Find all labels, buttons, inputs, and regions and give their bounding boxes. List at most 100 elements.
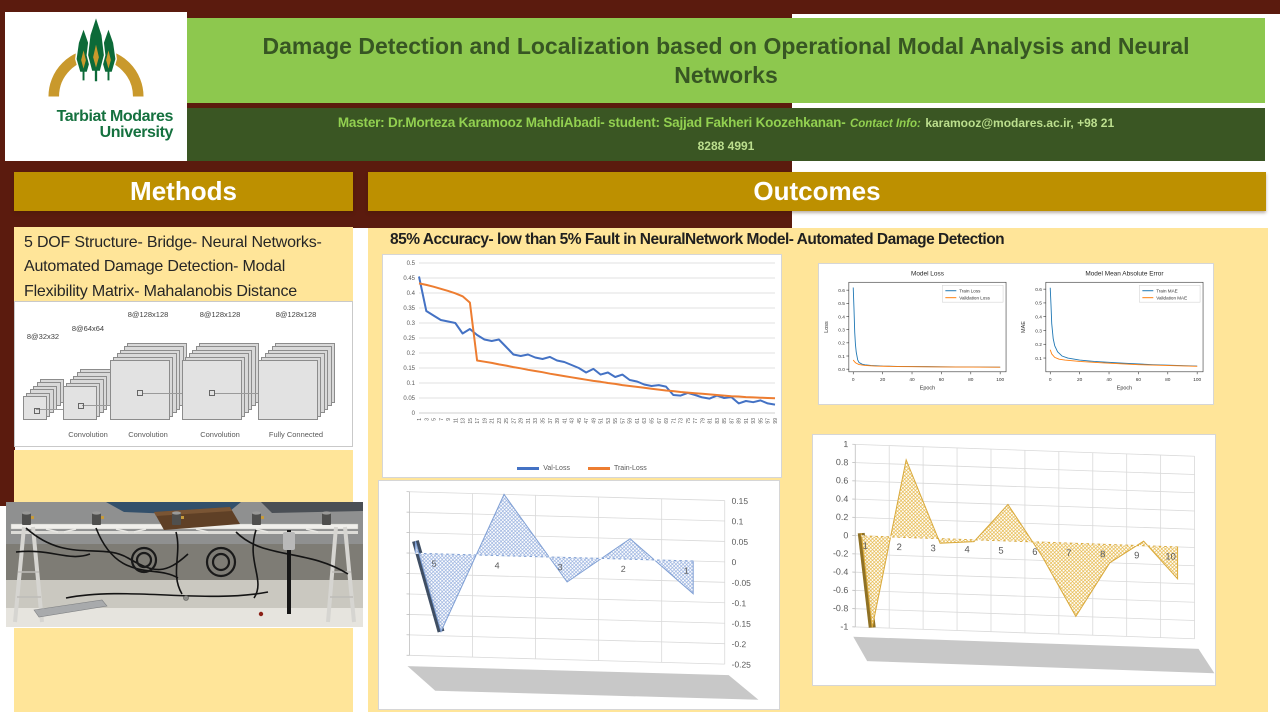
svg-text:75: 75 bbox=[686, 418, 692, 424]
svg-text:0.1: 0.1 bbox=[838, 354, 845, 360]
svg-text:0.2: 0.2 bbox=[407, 351, 416, 357]
svg-text:0: 0 bbox=[412, 411, 416, 417]
svg-text:81: 81 bbox=[708, 418, 714, 424]
svg-text:43: 43 bbox=[570, 418, 576, 424]
svg-text:0: 0 bbox=[852, 377, 855, 383]
svg-text:0.6: 0.6 bbox=[838, 288, 845, 294]
svg-text:0.35: 0.35 bbox=[403, 306, 415, 312]
svg-text:41: 41 bbox=[562, 418, 568, 424]
svg-text:31: 31 bbox=[526, 418, 532, 424]
svg-text:97: 97 bbox=[766, 418, 772, 424]
contact-email-phone[interactable]: karamooz@modares.ac.ir, +98 21 bbox=[925, 116, 1114, 130]
svg-text:-0.2: -0.2 bbox=[833, 548, 848, 559]
svg-text:-0.2: -0.2 bbox=[732, 639, 747, 649]
svg-text:10: 10 bbox=[1165, 550, 1175, 561]
svg-text:55: 55 bbox=[613, 418, 619, 424]
svg-text:11: 11 bbox=[453, 418, 459, 423]
svg-text:5: 5 bbox=[998, 545, 1003, 556]
svg-text:0.1: 0.1 bbox=[1035, 356, 1042, 362]
svg-text:-0.6: -0.6 bbox=[833, 585, 848, 596]
svg-text:0: 0 bbox=[843, 530, 848, 540]
svg-text:Loss: Loss bbox=[824, 321, 830, 333]
svg-text:0.2: 0.2 bbox=[1035, 342, 1042, 348]
svg-text:69: 69 bbox=[664, 418, 670, 424]
svg-text:85: 85 bbox=[722, 418, 728, 424]
svg-text:0.3: 0.3 bbox=[407, 321, 416, 327]
svg-text:Train Loss: Train Loss bbox=[959, 288, 981, 293]
cnn-layer-label: 8@128x128 bbox=[276, 310, 317, 319]
training-loss-legend: Val-LossTrain-Loss bbox=[383, 465, 781, 472]
legend-entry-val-loss: Val-Loss bbox=[517, 465, 570, 472]
svg-text:23: 23 bbox=[497, 418, 503, 424]
poster-title: Damage Detection and Localization based … bbox=[187, 32, 1265, 90]
cnn-feature-map bbox=[258, 360, 318, 420]
svg-text:40: 40 bbox=[1106, 377, 1112, 383]
svg-text:51: 51 bbox=[599, 418, 605, 424]
svg-text:9: 9 bbox=[1134, 549, 1139, 560]
svg-text:0.5: 0.5 bbox=[407, 261, 416, 267]
svg-text:63: 63 bbox=[642, 418, 648, 424]
authors-text: Master: Dr.Morteza Karamooz MahdiAbadi- … bbox=[338, 115, 846, 130]
svg-text:7: 7 bbox=[1066, 547, 1071, 558]
svg-text:47: 47 bbox=[584, 418, 590, 424]
svg-text:Model Mean Absolute Error: Model Mean Absolute Error bbox=[1085, 270, 1164, 277]
svg-text:17: 17 bbox=[475, 418, 481, 424]
experiment-photo-graphic bbox=[6, 502, 363, 627]
svg-text:0: 0 bbox=[732, 557, 737, 567]
svg-text:-0.4: -0.4 bbox=[833, 566, 848, 577]
svg-text:Validation MAE: Validation MAE bbox=[1156, 295, 1187, 300]
svg-text:0.4: 0.4 bbox=[838, 314, 845, 320]
tmu-logo-graphic bbox=[21, 12, 171, 108]
svg-text:39: 39 bbox=[555, 418, 561, 424]
svg-text:-0.1: -0.1 bbox=[732, 598, 747, 608]
svg-text:Epoch: Epoch bbox=[920, 386, 936, 392]
title-bar: Damage Detection and Localization based … bbox=[187, 18, 1265, 103]
keras-history-charts-panel: Model Loss0.00.10.20.30.40.50.6020406080… bbox=[818, 263, 1214, 405]
logo-text-line1: Tarbiat Modares bbox=[5, 109, 173, 125]
cnn-kernel-square bbox=[209, 390, 215, 396]
svg-text:91: 91 bbox=[744, 418, 750, 424]
cnn-layer-label: 8@64x64 bbox=[72, 324, 104, 333]
cnn-stage-caption: Convolution bbox=[68, 430, 108, 439]
svg-text:20: 20 bbox=[1077, 377, 1083, 383]
svg-text:0.3: 0.3 bbox=[1035, 328, 1042, 334]
svg-text:2: 2 bbox=[897, 541, 902, 552]
cnn-kernel-square bbox=[34, 408, 40, 414]
experiment-photo bbox=[6, 502, 363, 627]
svg-text:80: 80 bbox=[968, 377, 974, 383]
modeshape-bridge-chart: 10.80.60.40.20-0.2-0.4-0.6-0.8-112345678… bbox=[813, 435, 1215, 685]
svg-text:40: 40 bbox=[909, 377, 915, 383]
svg-text:0.1: 0.1 bbox=[732, 516, 744, 526]
modeshape-structure-chart: 0.150.10.050-0.05-0.1-0.15-0.2-0.2554321 bbox=[379, 481, 779, 709]
svg-text:4: 4 bbox=[964, 543, 969, 554]
svg-text:0.15: 0.15 bbox=[732, 496, 749, 506]
cnn-architecture-diagram: 8@32x328@64x648@128x1288@128x1288@128x12… bbox=[14, 301, 353, 447]
svg-text:83: 83 bbox=[715, 418, 721, 424]
svg-text:13: 13 bbox=[461, 418, 467, 424]
svg-text:60: 60 bbox=[1136, 377, 1142, 383]
svg-text:0.2: 0.2 bbox=[838, 341, 845, 347]
svg-text:1: 1 bbox=[684, 566, 689, 576]
methods-section-header: Methods bbox=[14, 172, 353, 211]
training-loss-chart: 00.050.10.150.20.250.30.350.40.450.51357… bbox=[383, 255, 781, 445]
svg-text:37: 37 bbox=[548, 418, 554, 424]
svg-text:0.5: 0.5 bbox=[838, 301, 845, 307]
svg-text:2: 2 bbox=[621, 564, 626, 574]
svg-text:0.4: 0.4 bbox=[1035, 314, 1042, 320]
training-loss-chart-panel: 00.050.10.150.20.250.30.350.40.450.51357… bbox=[382, 254, 782, 478]
logo-text: Tarbiat Modares University bbox=[5, 109, 187, 142]
svg-text:95: 95 bbox=[758, 418, 764, 424]
svg-text:27: 27 bbox=[511, 418, 517, 424]
svg-text:35: 35 bbox=[541, 418, 547, 424]
svg-text:0.0: 0.0 bbox=[838, 367, 845, 373]
svg-text:15: 15 bbox=[468, 418, 474, 424]
svg-text:100: 100 bbox=[1193, 377, 1201, 383]
svg-text:-0.8: -0.8 bbox=[833, 603, 848, 614]
svg-text:3: 3 bbox=[931, 542, 936, 553]
svg-text:1: 1 bbox=[417, 418, 423, 421]
svg-text:0.05: 0.05 bbox=[403, 396, 415, 402]
svg-text:25: 25 bbox=[504, 418, 510, 424]
svg-text:7: 7 bbox=[439, 418, 445, 421]
svg-text:8: 8 bbox=[1100, 548, 1105, 559]
svg-text:29: 29 bbox=[519, 418, 525, 424]
